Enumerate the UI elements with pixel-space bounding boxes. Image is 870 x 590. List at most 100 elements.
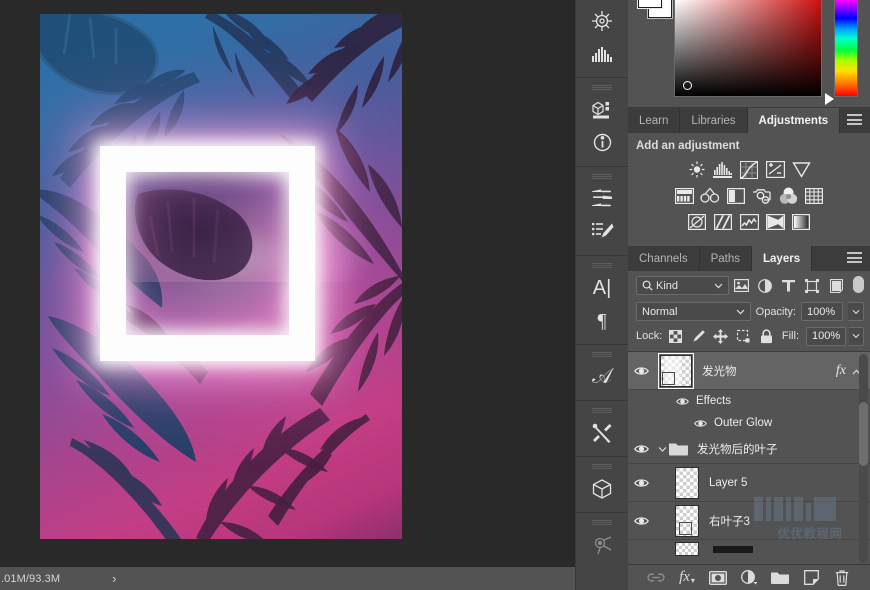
3d-icon[interactable]	[585, 472, 619, 505]
black-and-white-icon[interactable]	[725, 185, 747, 206]
add-layer-style-icon[interactable]: fx▾	[678, 568, 697, 587]
curves-icon[interactable]	[738, 159, 760, 180]
scrollbar-thumb[interactable]	[859, 402, 868, 466]
threshold-icon[interactable]	[738, 211, 760, 232]
fill-input[interactable]: 100%	[806, 327, 846, 346]
filter-shape-icon[interactable]	[801, 276, 825, 296]
group-expand-chevron[interactable]	[655, 446, 669, 452]
table-row[interactable]: 右叶子3	[628, 502, 870, 540]
new-group-icon[interactable]	[771, 568, 790, 587]
invert-icon[interactable]	[686, 211, 708, 232]
navigator-icon[interactable]	[585, 4, 619, 37]
histogram-icon[interactable]	[585, 37, 619, 70]
lock-position-icon[interactable]	[711, 327, 731, 346]
tab-adjustments[interactable]: Adjustments	[748, 108, 841, 133]
3d-materials-icon[interactable]	[585, 93, 619, 126]
link-layers-icon[interactable]	[647, 568, 666, 587]
foreground-color-swatch[interactable]	[638, 0, 662, 8]
delete-layer-icon[interactable]	[833, 568, 852, 587]
blend-mode-select[interactable]: Normal	[636, 302, 751, 321]
filter-smart-object-icon[interactable]	[824, 276, 848, 296]
layer-visibility-toggle[interactable]	[628, 516, 655, 526]
effects-label: Effects	[696, 395, 731, 407]
artboard[interactable]	[40, 14, 402, 539]
filter-kind-select[interactable]: Kind	[636, 276, 729, 295]
brightness-contrast-icon[interactable]	[686, 159, 708, 180]
photo-filter-icon[interactable]	[751, 185, 773, 206]
group-visibility-toggle[interactable]	[628, 444, 655, 454]
layer-thumbnail[interactable]	[675, 467, 699, 499]
lock-transparent-pixels-icon[interactable]	[665, 327, 685, 346]
layer-effects-row[interactable]: Effects	[628, 390, 870, 412]
tab-layers[interactable]: Layers	[752, 246, 812, 271]
tool-presets-icon[interactable]	[585, 416, 619, 449]
layer-thumbnail[interactable]	[675, 505, 699, 537]
lock-all-icon[interactable]	[756, 327, 776, 346]
outer-glow-visibility-toggle[interactable]	[692, 419, 708, 428]
canvas-area[interactable]	[0, 0, 575, 567]
layer-list-scrollbar[interactable]	[859, 354, 868, 563]
lock-image-pixels-icon[interactable]	[688, 327, 708, 346]
posterize-icon[interactable]	[712, 211, 734, 232]
layer-visibility-toggle[interactable]	[628, 366, 655, 376]
table-row[interactable]: 发光物 fx	[628, 352, 870, 390]
list-item[interactable]: Outer Glow	[628, 412, 870, 434]
layer-thumbnail-dark[interactable]	[713, 546, 753, 553]
table-row[interactable]	[628, 540, 870, 558]
color-balance-icon[interactable]	[699, 185, 721, 206]
add-layer-mask-icon[interactable]	[709, 568, 728, 587]
status-expand-arrow[interactable]: ›	[112, 572, 116, 585]
layer-thumbnail[interactable]	[675, 542, 699, 556]
brush-settings-icon[interactable]	[585, 215, 619, 248]
hue-slider-marker[interactable]	[825, 93, 834, 105]
brush-presets-icon[interactable]	[585, 182, 619, 215]
table-row[interactable]: Layer 5	[628, 464, 870, 502]
chevron-down-icon[interactable]	[736, 306, 745, 318]
filter-type-icon[interactable]	[777, 276, 801, 296]
filter-adjustment-icon[interactable]	[753, 276, 777, 296]
tab-learn[interactable]: Learn	[628, 108, 680, 133]
hue-slider[interactable]	[834, 0, 858, 97]
layer-visibility-toggle[interactable]	[628, 478, 655, 488]
tab-libraries[interactable]: Libraries	[680, 108, 747, 133]
new-adjustment-layer-icon[interactable]	[740, 568, 759, 587]
color-field-marker[interactable]	[683, 81, 692, 90]
vibrance-icon[interactable]	[790, 159, 812, 180]
new-layer-icon[interactable]	[802, 568, 821, 587]
opacity-stepper[interactable]	[848, 302, 864, 321]
paragraph-icon[interactable]: ¶	[585, 304, 619, 337]
selective-color-icon[interactable]	[790, 211, 812, 232]
tab-paths[interactable]: Paths	[700, 246, 752, 271]
chevron-down-icon[interactable]	[714, 280, 723, 292]
adjustments-panel-menu-icon[interactable]	[847, 114, 862, 125]
color-lookup-icon[interactable]	[803, 185, 825, 206]
fill-stepper[interactable]	[849, 327, 864, 346]
filter-pixel-icon[interactable]	[729, 276, 753, 296]
layer-fx-badge[interactable]: fx	[836, 363, 846, 379]
adjustments-row-1	[628, 159, 870, 180]
layer-list[interactable]: 发光物 fx Effects	[628, 351, 870, 565]
layer-name: Layer 5	[709, 477, 747, 489]
filter-enable-toggle[interactable]	[852, 276, 864, 296]
exposure-icon[interactable]	[764, 159, 786, 180]
table-row[interactable]: 发光物后的叶子	[628, 434, 870, 464]
adjustments-tabbar: Learn Libraries Adjustments	[628, 108, 870, 133]
lock-artboard-nesting-icon[interactable]	[733, 327, 753, 346]
saturation-brightness-field[interactable]	[674, 0, 822, 97]
measurement-icon[interactable]	[585, 528, 619, 561]
channel-mixer-icon[interactable]	[777, 185, 799, 206]
effects-visibility-toggle[interactable]	[674, 397, 690, 406]
layers-panel-menu-icon[interactable]	[847, 252, 862, 263]
character-icon[interactable]: A|	[585, 271, 619, 304]
status-bar[interactable]: .01M/93.3M ›	[0, 567, 575, 590]
levels-icon[interactable]	[712, 159, 734, 180]
foreground-background-swatch[interactable]	[638, 0, 672, 18]
character-styles-icon[interactable]: 𝒜	[585, 360, 619, 393]
opacity-input[interactable]: 100%	[801, 302, 843, 321]
info-icon[interactable]	[585, 126, 619, 159]
gradient-map-icon[interactable]	[764, 211, 786, 232]
layer-filter-row: Kind	[628, 271, 870, 299]
hue-saturation-icon[interactable]	[673, 185, 695, 206]
tab-channels[interactable]: Channels	[628, 246, 700, 271]
layer-thumbnail[interactable]	[660, 355, 692, 387]
